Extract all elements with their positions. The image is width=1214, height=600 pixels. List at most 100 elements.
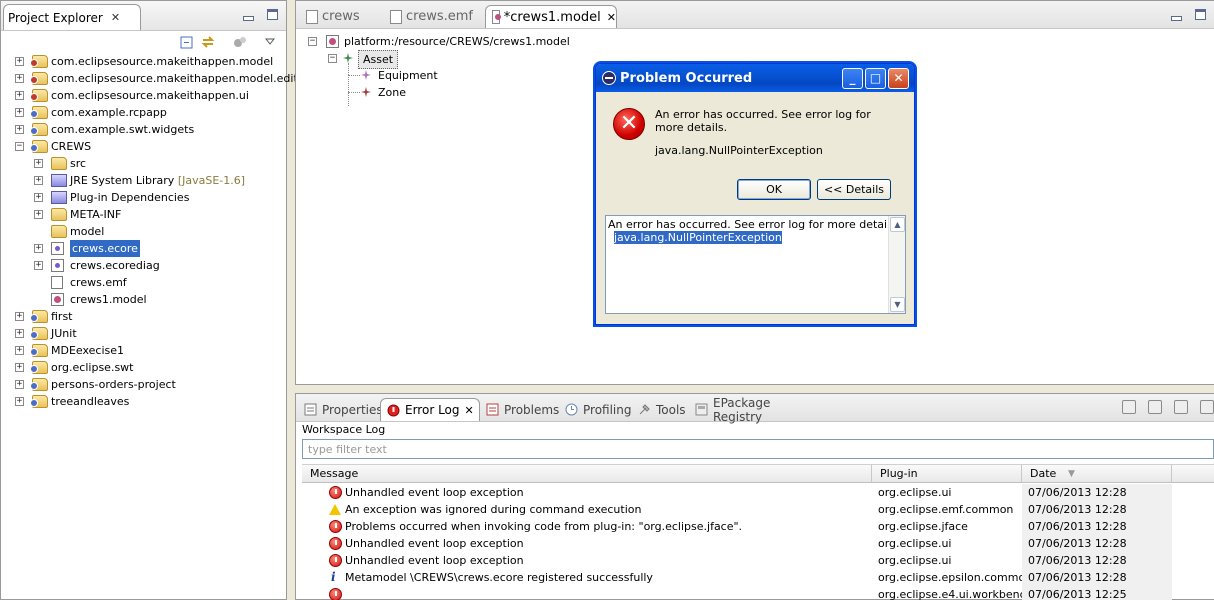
scroll-up-icon[interactable]: ▲ xyxy=(890,217,905,232)
tree-item[interactable]: + META-INF xyxy=(1,206,286,223)
error-icon xyxy=(329,520,342,533)
tools-icon xyxy=(638,403,651,416)
model-icon xyxy=(51,293,64,306)
tree-item-label: treeandleaves xyxy=(51,395,130,408)
clear-log-icon[interactable] xyxy=(1174,400,1188,414)
minimize-window-button[interactable]: _ xyxy=(842,68,863,89)
tree-item[interactable]: crews1.model xyxy=(1,291,286,308)
table-row[interactable]: i Metamodel \CREWS\crews.ecore registered… xyxy=(302,569,1214,586)
details-button[interactable]: << Details xyxy=(817,179,891,200)
expand-toggle-icon[interactable]: + xyxy=(15,57,24,66)
tree-item-label: crews1.model xyxy=(70,293,147,306)
expand-toggle-icon[interactable]: + xyxy=(34,193,43,202)
tree-item[interactable]: + crews.ecore xyxy=(1,240,286,257)
tree-item[interactable]: + com.example.swt.widgets xyxy=(1,121,286,138)
ecore-icon xyxy=(51,242,64,255)
tab-crews1-model[interactable]: *crews1.model ✕ xyxy=(485,5,617,28)
table-row[interactable]: Unhandled event loop exception org.eclips… xyxy=(302,535,1214,552)
column-date[interactable]: Date ▼ xyxy=(1022,465,1172,482)
tab-properties[interactable]: Properties xyxy=(298,398,383,421)
expand-toggle-icon[interactable]: + xyxy=(15,125,24,134)
collapse-toggle-icon[interactable]: − xyxy=(308,37,317,46)
tree-item[interactable]: + MDEexecise1 xyxy=(1,342,286,359)
close-icon[interactable]: ✕ xyxy=(607,11,616,24)
tab-crews[interactable]: crews xyxy=(300,5,384,28)
tree-item[interactable]: + Plug-in Dependencies xyxy=(1,189,286,206)
tab-tools[interactable]: Tools xyxy=(632,398,692,421)
details-scrollbar[interactable]: ▲ ▼ xyxy=(888,216,905,313)
expand-toggle-icon[interactable]: + xyxy=(15,108,24,117)
tree-item-label: com.example.rcpapp xyxy=(51,106,167,119)
tree-item[interactable]: + JUnit xyxy=(1,325,286,342)
collapse-all-icon[interactable] xyxy=(179,35,193,49)
close-icon[interactable]: ✕ xyxy=(465,404,474,417)
folder-icon xyxy=(51,157,67,170)
expand-toggle-icon[interactable]: + xyxy=(34,261,43,270)
expand-toggle-icon[interactable]: + xyxy=(34,244,43,253)
tree-item[interactable]: crews.emf xyxy=(1,274,286,291)
expand-toggle-icon[interactable]: + xyxy=(15,397,24,406)
tree-item[interactable]: + com.eclipsesource.makeithappen.ui xyxy=(1,87,286,104)
collapse-toggle-icon[interactable]: − xyxy=(15,142,24,151)
tree-item[interactable]: + src xyxy=(1,155,286,172)
expand-toggle-icon[interactable]: + xyxy=(15,91,24,100)
table-row[interactable]: Problems occurred when invoking code fro… xyxy=(302,518,1214,535)
table-row[interactable]: An exception was ignored during command … xyxy=(302,501,1214,518)
view-menu-icon[interactable] xyxy=(263,35,277,49)
tab-epackage-registry[interactable]: EPackage Registry xyxy=(689,396,819,424)
tab-profiling[interactable]: Profiling xyxy=(559,398,635,421)
tree-item[interactable]: − CREWS xyxy=(1,138,286,155)
expand-toggle-icon[interactable]: + xyxy=(15,312,24,321)
details-text-area[interactable]: An error has occurred. See error log for… xyxy=(605,215,906,314)
maximize-window-button[interactable]: □ xyxy=(865,68,886,89)
expand-toggle-icon[interactable]: + xyxy=(15,74,24,83)
tree-item[interactable]: + persons-orders-project xyxy=(1,376,286,393)
tree-item-label: JUnit xyxy=(51,327,77,340)
date-cell: 07/06/2013 12:28 xyxy=(1022,484,1172,501)
scroll-down-icon[interactable]: ▼ xyxy=(890,297,905,312)
delete-log-icon[interactable] xyxy=(1200,400,1214,414)
tree-item[interactable]: model xyxy=(1,223,286,240)
tree-item[interactable]: + com.eclipsesource.makeithappen.model.ed… xyxy=(1,70,298,87)
tab-crews-emf[interactable]: crews.emf xyxy=(384,5,484,28)
tab-project-explorer[interactable]: Project Explorer ✕ xyxy=(3,4,141,30)
tree-item[interactable]: + first xyxy=(1,308,286,325)
export-log-icon[interactable] xyxy=(1122,400,1136,414)
expand-toggle-icon[interactable]: + xyxy=(34,210,43,219)
expand-toggle-icon[interactable]: + xyxy=(15,346,24,355)
tree-item[interactable]: + JRE System Library [JavaSE-1.6] xyxy=(1,172,286,189)
tree-item[interactable]: + crews.ecorediag xyxy=(1,257,286,274)
table-row[interactable]: org.eclipse.e4.ui.workbench 07/06/2013 12… xyxy=(302,586,1214,600)
tree-item[interactable]: + com.example.rcpapp xyxy=(1,104,286,121)
column-message[interactable]: Message xyxy=(302,465,872,482)
table-row[interactable]: Unhandled event loop exception org.eclips… xyxy=(302,484,1214,501)
tree-item[interactable]: + com.eclipsesource.makeithappen.model xyxy=(1,53,286,70)
close-window-button[interactable]: ✕ xyxy=(888,68,909,89)
expand-toggle-icon[interactable]: + xyxy=(34,176,43,185)
maximize-editor-button[interactable] xyxy=(1195,9,1206,20)
column-plugin[interactable]: Plug-in xyxy=(872,465,1022,482)
dialog-title-bar[interactable]: Problem Occurred _ □ ✕ xyxy=(596,64,914,92)
link-with-editor-icon[interactable] xyxy=(201,35,215,49)
tab-problems[interactable]: Problems xyxy=(480,398,560,421)
ok-button[interactable]: OK xyxy=(737,179,811,200)
details-line-selected: java.lang.NullPointerException xyxy=(614,231,782,244)
close-icon[interactable]: ✕ xyxy=(111,11,120,24)
tree-item[interactable]: + treeandleaves xyxy=(1,393,286,410)
expand-toggle-icon[interactable]: + xyxy=(34,159,43,168)
problem-occurred-dialog: Problem Occurred _ □ ✕ ✕ An error has oc… xyxy=(595,63,915,325)
expand-toggle-icon[interactable]: + xyxy=(15,363,24,372)
expand-toggle-icon[interactable]: + xyxy=(15,329,24,338)
tree-item[interactable]: + org.eclipse.swt xyxy=(1,359,286,376)
maximize-view-button[interactable] xyxy=(267,9,278,20)
tab-error-log[interactable]: Error Log ✕ xyxy=(380,398,480,421)
import-log-icon[interactable] xyxy=(1148,400,1162,414)
minimize-view-button[interactable] xyxy=(242,9,254,21)
filter-input[interactable]: type filter text xyxy=(302,439,1214,459)
message-cell: Problems occurred when invoking code fro… xyxy=(302,518,872,535)
table-row[interactable]: Unhandled event loop exception org.eclips… xyxy=(302,552,1214,569)
collapse-toggle-icon[interactable]: − xyxy=(328,54,337,63)
focus-icon[interactable] xyxy=(233,35,247,49)
expand-toggle-icon[interactable]: + xyxy=(15,380,24,389)
minimize-editor-button[interactable] xyxy=(1170,9,1182,21)
